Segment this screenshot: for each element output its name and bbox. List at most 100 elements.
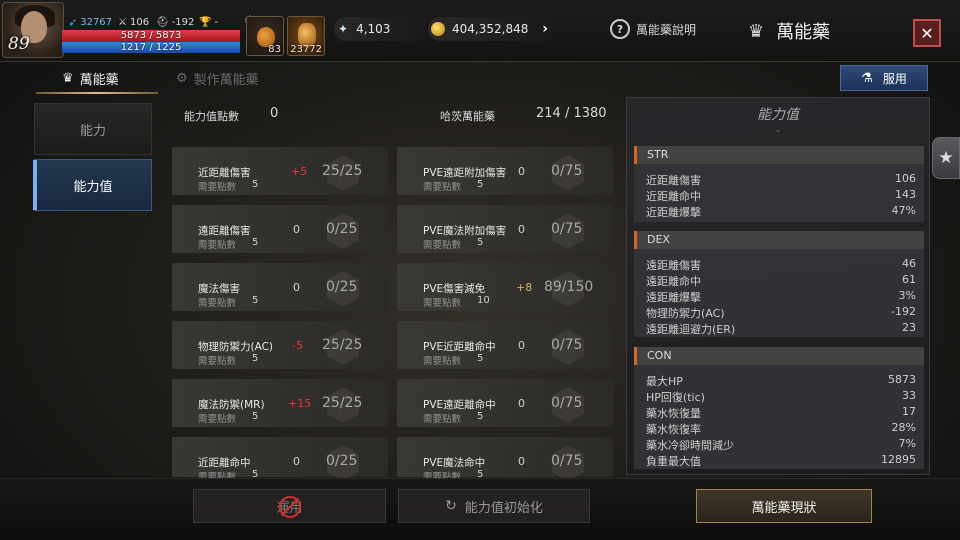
craft-icon: ⚙ — [176, 70, 188, 86]
stat-line: 遠距離命中 61 — [646, 273, 916, 288]
stat-card[interactable]: 魔法防禦(MR) 需要點數 5 +15 25/25 — [172, 379, 388, 427]
help-label: 萬能藥說明 — [636, 22, 697, 37]
elixir-label: 哈茨萬能藥 — [440, 110, 495, 123]
needed-label: 需要點數 — [423, 298, 462, 309]
needed-label: 需要點數 — [198, 182, 237, 193]
sidebar-item-stats[interactable]: 能力值 — [33, 159, 152, 211]
stat-name: PVE傷害減免 — [423, 283, 486, 295]
stat-card[interactable]: 物理防禦力(AC) 需要點數 5 -5 25/25 — [172, 321, 388, 369]
stat-value: 89/150 — [544, 279, 594, 295]
use-button[interactable]: ⚗ 服用 — [840, 65, 928, 91]
needed-label: 需要點數 — [198, 414, 237, 425]
reset-label: 能力值初始化 — [464, 500, 543, 516]
use-label: 服用 — [882, 71, 907, 86]
section-header: CON — [634, 347, 924, 365]
item-count: 23772 — [290, 44, 322, 55]
crown-emblem-icon: ♛ — [748, 20, 765, 42]
hp-bar: 5873 / 5873 — [62, 30, 240, 42]
stat-name: PVE魔法命中 — [423, 457, 486, 469]
points-label: 能力值點數 — [184, 110, 239, 123]
stat-name: PVE遠距附加傷害 — [423, 167, 507, 179]
stat-section-str: STR 近距離傷害 106 近距離命中 143 近距離爆擊 47% — [634, 146, 924, 222]
stat-value: 25/25 — [322, 337, 363, 353]
section-header: DEX — [634, 231, 924, 249]
stat-section-con: CON 最大HP 5873 HP回復(tic) 33 藥水恢復量 17 藥水恢復率 28… — [634, 347, 924, 469]
stat-name: 魔法傷害 — [198, 283, 240, 295]
needed-label: 需要點數 — [423, 356, 462, 367]
sidebar-item-ability[interactable]: 能力 — [34, 103, 152, 155]
stat-card[interactable]: 魔法傷害 需要點數 5 0 0/25 — [172, 263, 388, 311]
needed-value: 5 — [477, 353, 484, 364]
elixir-value: 214 / 1380 — [536, 106, 607, 121]
needed-label: 需要點數 — [198, 298, 237, 309]
mp-text: 1217 / 1225 — [120, 42, 182, 53]
needed-label: 需要點數 — [423, 240, 462, 251]
stat-card[interactable]: PVE遠距離命中 需要點數 5 0 0/75 — [397, 379, 613, 427]
stat-card[interactable]: 近距離傷害 需要點數 5 +5 25/25 — [172, 147, 388, 195]
trophy-icon: 🏆 — [199, 16, 212, 28]
panel-title: 能力值 — [757, 107, 799, 123]
stat-line: 藥水冷卻時間減少 7% — [646, 437, 916, 452]
chevron-right-icon[interactable]: › — [542, 21, 548, 37]
stat-card[interactable]: PVE近距離命中 需要點數 5 0 0/75 — [397, 321, 613, 369]
stat-bonus: 0 — [518, 339, 525, 352]
apply-button[interactable]: 運用 — [193, 489, 386, 523]
status-label: 萬能藥現狀 — [751, 500, 817, 516]
refresh-icon: ↻ — [445, 498, 457, 514]
stat-section-dex: DEX 遠距離傷害 46 遠距離命中 61 遠距離爆擊 3% 物理防禦力(AC) -19… — [634, 231, 924, 337]
stat-line: 遠距離爆擊 3% — [646, 289, 916, 304]
stat-bonus: +5 — [291, 165, 308, 178]
stat-bonus: 0 — [518, 455, 525, 468]
stat-bonus: 0 — [518, 165, 525, 178]
combat-power: ➶ 32767 — [68, 15, 113, 29]
needed-value: 10 — [477, 295, 490, 306]
stat-name: 近距離命中 — [198, 457, 251, 469]
stat-bonus: 0 — [293, 455, 300, 468]
stat-card[interactable]: 遠距離傷害 需要點數 5 0 0/25 — [172, 205, 388, 253]
flask-icon: ⚗ — [861, 70, 873, 86]
sidebar-item-label: 能力 — [79, 123, 106, 139]
crown-icon: ♛ — [62, 70, 74, 86]
elixir-status-button[interactable]: 萬能藥現狀 — [696, 489, 872, 523]
close-icon: ✕ — [920, 23, 934, 43]
needed-value: 5 — [252, 179, 259, 190]
stat-line: 近距離爆擊 47% — [646, 204, 916, 219]
sword-icon: ⚔ — [118, 16, 127, 28]
stat-value: 0/75 — [551, 221, 583, 237]
needed-value: 5 — [252, 237, 259, 248]
stat-name: 魔法防禦(MR) — [198, 399, 265, 411]
stat-card[interactable]: PVE魔法命中 需要點數 5 0 0/75 — [397, 437, 613, 483]
stat-value: 0/75 — [551, 163, 583, 179]
page-title: 萬能藥 — [776, 22, 831, 43]
needed-label: 需要點數 — [198, 240, 237, 251]
tab-craft-elixir[interactable]: ⚙ 製作萬能藥 — [176, 63, 259, 93]
stat-card[interactable]: PVE遠距附加傷害 需要點數 5 0 0/75 — [397, 147, 613, 195]
stat-line: 藥水恢復率 28% — [646, 421, 916, 436]
page-title-group: ♛ 萬能藥 — [748, 18, 830, 44]
stat-value: 25/25 — [322, 395, 363, 411]
stat-card[interactable]: PVE魔法附加傷害 需要點數 5 0 0/75 — [397, 205, 613, 253]
tab-elixir[interactable]: ♛ 萬能藥 — [62, 63, 119, 93]
stat-value: 25/25 — [322, 163, 363, 179]
needed-value: 5 — [252, 353, 259, 364]
help-button[interactable]: ? 萬能藥說明 — [610, 19, 696, 39]
reset-stats-button[interactable]: ↻ 能力值初始化 — [398, 489, 590, 523]
needed-label: 需要點數 — [423, 182, 462, 193]
close-button[interactable]: ✕ — [913, 19, 941, 47]
stat-bonus: 0 — [518, 397, 525, 410]
player-level: 89 — [8, 34, 30, 54]
stat-card[interactable]: PVE傷害減免 需要點數 10 +8 89/150 — [397, 263, 613, 311]
needed-value: 5 — [477, 411, 484, 422]
stat-bonus: 0 — [293, 223, 300, 236]
stat-line: 遠距離迴避力(ER) 23 — [646, 321, 916, 336]
trophy-stat: 🏆 - — [199, 16, 219, 28]
stat-card[interactable]: 近距離命中 需要點數 5 0 0/25 — [172, 437, 388, 483]
stat-line: 最大HP 5873 — [646, 373, 916, 388]
stat-name: 物理防禦力(AC) — [198, 341, 274, 353]
item-slot-potion[interactable]: 83 — [246, 16, 284, 56]
favorite-star-button[interactable]: ★ — [932, 137, 960, 179]
item-slot-elixir[interactable]: 23772 — [287, 16, 325, 56]
stat-name: 近距離傷害 — [198, 167, 251, 179]
item-count: 83 — [268, 44, 281, 55]
needed-value: 5 — [477, 237, 484, 248]
